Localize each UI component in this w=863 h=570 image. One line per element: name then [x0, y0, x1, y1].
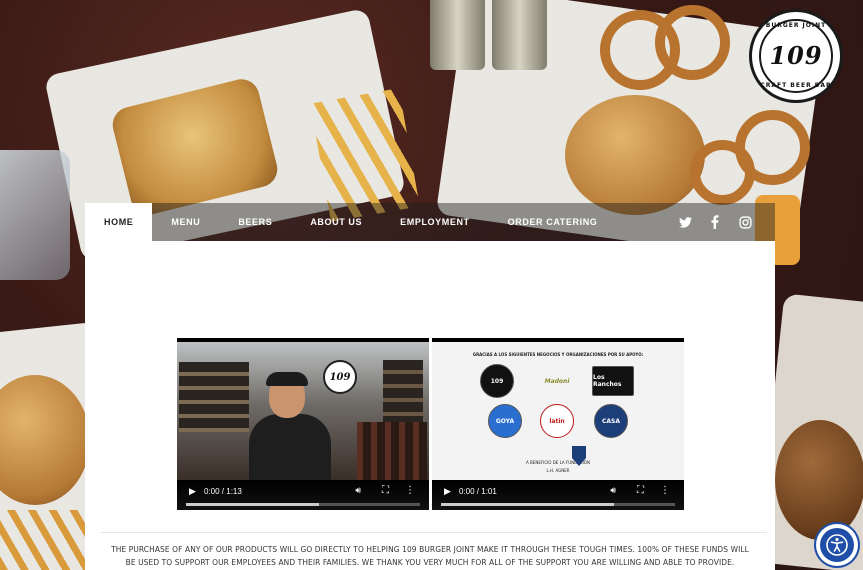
video-buffered-bar	[441, 503, 615, 506]
more-options-icon[interactable]: ⋮	[405, 485, 415, 496]
sponsor-logo: latin	[540, 404, 574, 438]
social-links	[677, 214, 775, 230]
nav-home[interactable]: HOME	[85, 203, 153, 241]
nav-about-us[interactable]: ABOUT US	[291, 203, 381, 241]
sponsor-footer: A BENEFICIO DE LA FUNDACIÓN	[526, 460, 590, 465]
sponsor-logo: CASA	[594, 404, 628, 438]
video-progress-track[interactable]	[186, 503, 420, 506]
nav-employment[interactable]: EMPLOYMENT	[381, 203, 489, 241]
sponsor-title: GRACIAS A LOS SIGUIENTES NEGOCIOS Y ORGA…	[472, 352, 644, 357]
video-frame: 109	[177, 342, 429, 480]
accessibility-button[interactable]	[816, 524, 858, 566]
speaker-person	[249, 372, 331, 480]
video-player-2[interactable]: GRACIAS A LOS SIGUIENTES NEGOCIOS Y ORGA…	[432, 338, 684, 510]
video-player-1[interactable]: 109 ▶ 0:00 / 1:13 🔊︎ ⛶ ⋮	[177, 338, 429, 510]
more-options-icon[interactable]: ⋮	[660, 485, 670, 496]
volume-icon[interactable]: 🔊︎	[355, 486, 361, 496]
brand-logo[interactable]: BURGER JOINT 109 CRAFT BEER BAR	[749, 9, 843, 103]
sponsor-logo: Los Ranchos	[592, 366, 634, 396]
instagram-icon[interactable]	[737, 214, 753, 230]
support-notice: THE PURCHASE OF ANY OF OUR PRODUCTS WILL…	[111, 544, 749, 567]
fullscreen-icon[interactable]: ⛶	[382, 485, 389, 496]
video-progress-track[interactable]	[441, 503, 675, 506]
play-icon[interactable]: ▶	[444, 487, 451, 497]
main-nav: HOME MENU BEERS ABOUT US EMPLOYMENT ORDE…	[85, 203, 775, 241]
fullscreen-icon[interactable]: ⛶	[637, 485, 644, 496]
play-icon[interactable]: ▶	[189, 487, 196, 497]
sponsor-footer-sub: L.H. AGNER	[546, 468, 570, 473]
logo-number: 109	[769, 41, 823, 70]
logo-top-text: BURGER JOINT	[765, 22, 827, 29]
video-controls: ▶ 0:00 / 1:01 🔊︎ ⛶ ⋮	[432, 480, 684, 510]
video-frame: GRACIAS A LOS SIGUIENTES NEGOCIOS Y ORGA…	[432, 342, 684, 480]
facebook-icon[interactable]	[707, 214, 723, 230]
divider	[101, 532, 767, 533]
logo-bottom-text: CRAFT BEER BAR	[760, 82, 832, 89]
sponsor-logo: GOYA	[488, 404, 522, 438]
nav-menu[interactable]: MENU	[152, 203, 219, 241]
sponsor-logo: Madoni	[544, 377, 570, 385]
volume-icon[interactable]: 🔊︎	[610, 486, 616, 496]
video-buffered-bar	[186, 503, 320, 506]
accessibility-icon	[820, 528, 854, 562]
video-time: 0:00 / 1:13	[204, 487, 242, 496]
nav-order-catering[interactable]: ORDER CATERING	[489, 203, 617, 241]
sponsor-logo: 109	[480, 364, 514, 398]
main-content: 109 ▶ 0:00 / 1:13 🔊︎ ⛶ ⋮ GRACIAS A LOS S…	[85, 241, 775, 570]
twitter-icon[interactable]	[677, 214, 693, 230]
video-time: 0:00 / 1:01	[459, 487, 497, 496]
video-controls: ▶ 0:00 / 1:13 🔊︎ ⛶ ⋮	[177, 480, 429, 510]
nav-beers[interactable]: BEERS	[219, 203, 291, 241]
